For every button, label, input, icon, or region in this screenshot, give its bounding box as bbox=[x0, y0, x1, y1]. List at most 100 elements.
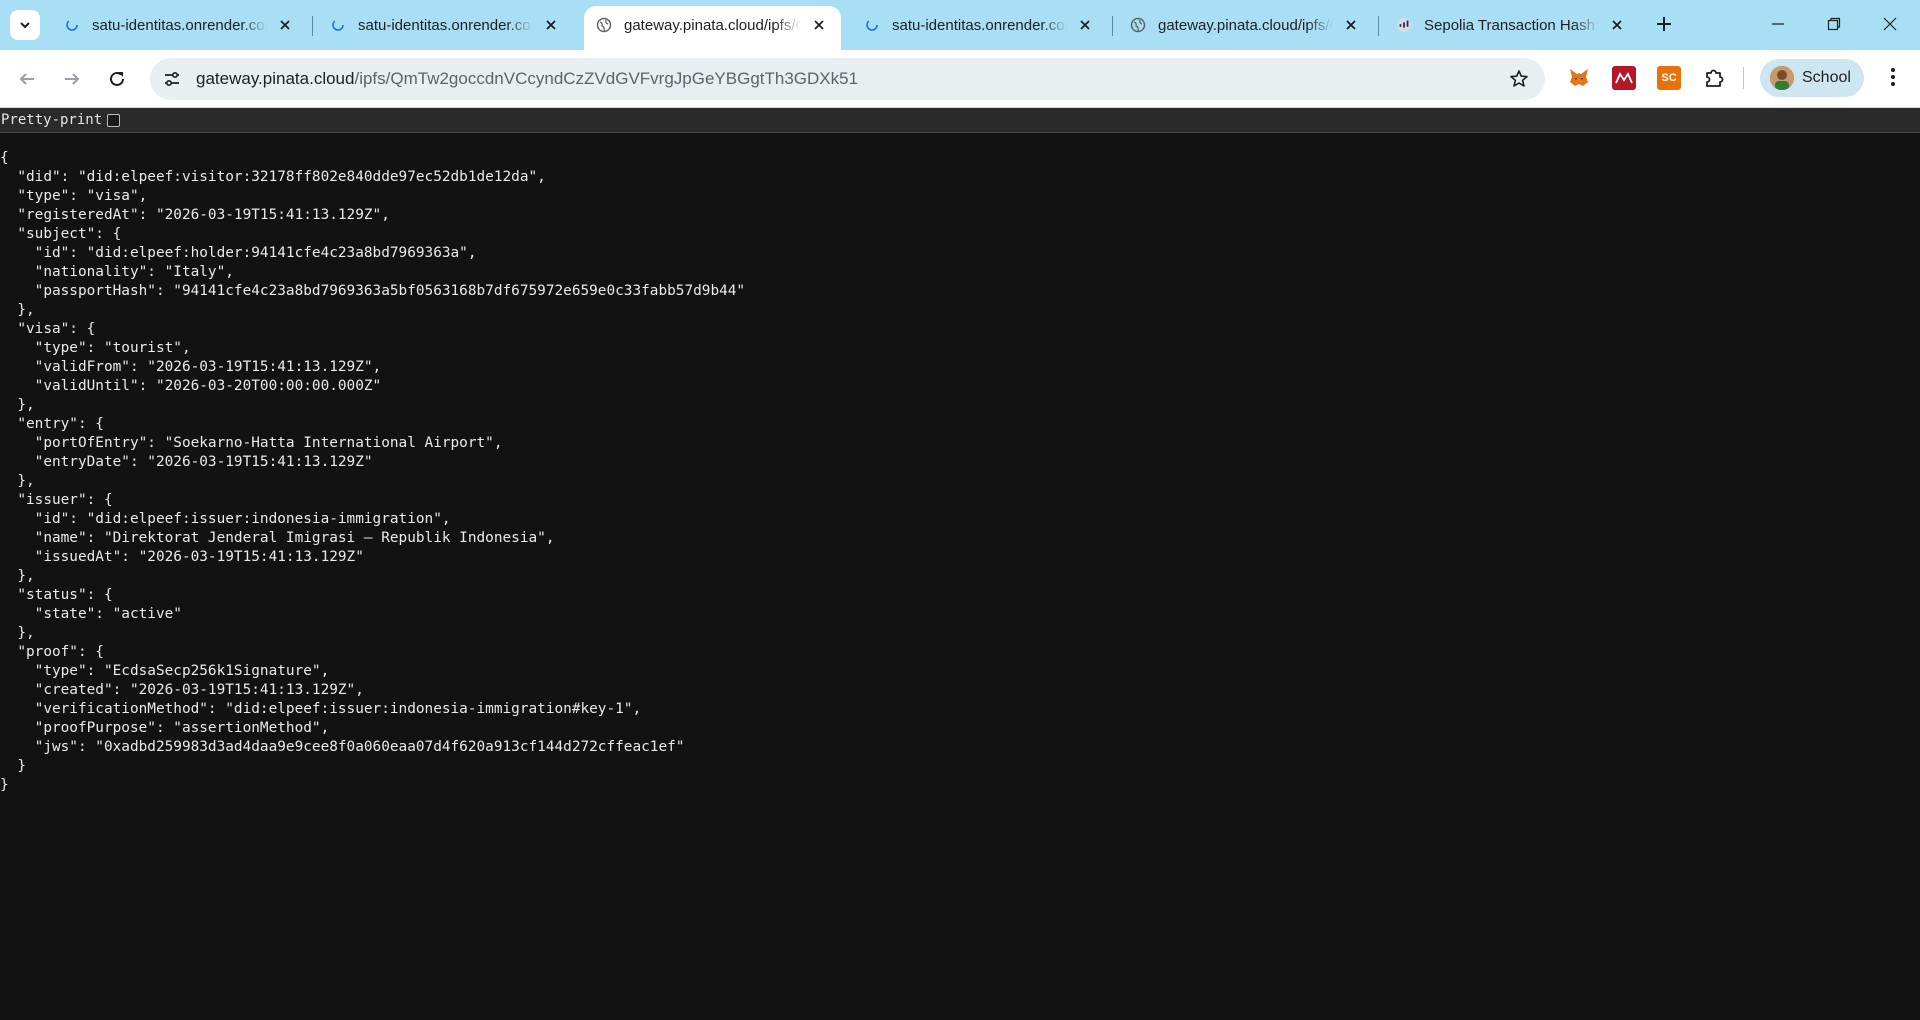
reload-icon bbox=[110, 71, 124, 86]
json-line: "type": "tourist", bbox=[0, 340, 191, 356]
json-line: }, bbox=[0, 625, 35, 641]
close-icon bbox=[1883, 17, 1897, 31]
tab-5[interactable]: gateway.pinata.cloud/ipfs/QmTw2goccdnVCc… bbox=[1118, 8, 1373, 42]
address-bar[interactable]: gateway.pinata.cloud/ipfs/QmTw2goccdnVCc… bbox=[150, 58, 1545, 100]
close-window-button[interactable] bbox=[1862, 0, 1918, 48]
json-line: "state": "active" bbox=[0, 606, 182, 622]
more-vert-icon bbox=[1891, 68, 1895, 86]
minimize-icon bbox=[1772, 23, 1784, 25]
json-line: "nationality": "Italy", bbox=[0, 264, 234, 280]
plus-icon bbox=[1657, 17, 1671, 31]
json-line: } bbox=[0, 758, 26, 774]
pretty-print-label[interactable]: Pretty-print bbox=[1, 112, 102, 128]
json-line: "jws": "0xadbd259983d3ad4daa9e9cee8f0a06… bbox=[0, 739, 685, 755]
json-line: "proofPurpose": "assertionMethod", bbox=[0, 720, 330, 736]
json-line: } bbox=[0, 777, 9, 793]
tab-strip: satu-identitas.onrender.com satu-identit… bbox=[0, 0, 1920, 50]
url-path: /ipfs/QmTw2goccdnVCcyndCzZVdGVFvrgJpGeYB… bbox=[354, 69, 859, 88]
tab-title: satu-identitas.onrender.com bbox=[358, 16, 533, 34]
close-icon[interactable] bbox=[1075, 15, 1095, 35]
globe-icon bbox=[596, 17, 612, 33]
json-line: }, bbox=[0, 302, 35, 318]
tab-title: satu-identitas.onrender.com bbox=[892, 16, 1067, 34]
json-document: { "did": "did:elpeef:visitor:32178ff802e… bbox=[0, 149, 745, 795]
etherscan-icon bbox=[1396, 17, 1412, 33]
restore-icon bbox=[1827, 17, 1841, 31]
arrow-left-icon bbox=[19, 73, 34, 85]
reload-button[interactable] bbox=[101, 63, 133, 95]
pretty-print-bar: Pretty-print bbox=[0, 108, 1920, 133]
json-line: "entryDate": "2026-03-19T15:41:13.129Z" bbox=[0, 454, 373, 470]
json-line: "issuedAt": "2026-03-19T15:41:13.129Z" bbox=[0, 549, 364, 565]
close-icon[interactable] bbox=[1607, 15, 1627, 35]
close-icon[interactable] bbox=[275, 15, 295, 35]
json-line: "id": "did:elpeef:holder:94141cfe4c23a8b… bbox=[0, 245, 477, 261]
tab-3-active[interactable]: gateway.pinata.cloud/ipfs/QmTw2goccdnVCc… bbox=[584, 6, 841, 50]
json-line: "validUntil": "2026-03-20T00:00:00.000Z" bbox=[0, 378, 382, 394]
json-line: "created": "2026-03-19T15:41:13.129Z", bbox=[0, 682, 364, 698]
json-line: }, bbox=[0, 473, 35, 489]
back-button[interactable] bbox=[11, 63, 43, 95]
json-line: "passportHash": "94141cfe4c23a8bd7969363… bbox=[0, 283, 746, 299]
browser-menu-button[interactable] bbox=[1880, 64, 1906, 90]
globe-icon bbox=[1130, 17, 1146, 33]
json-line: "issuer": { bbox=[0, 492, 113, 508]
tab-separator bbox=[1378, 16, 1379, 36]
puzzle-icon[interactable] bbox=[1702, 66, 1726, 90]
metamask-icon[interactable] bbox=[1567, 66, 1591, 90]
json-line: "did": "did:elpeef:visitor:32178ff802e84… bbox=[0, 169, 546, 185]
sc-extension-label: SC bbox=[1661, 72, 1677, 84]
close-icon[interactable] bbox=[541, 15, 561, 35]
avatar bbox=[1770, 66, 1794, 90]
site-info-icon[interactable] bbox=[160, 67, 184, 91]
tab-1[interactable]: satu-identitas.onrender.com bbox=[52, 8, 307, 42]
close-icon[interactable] bbox=[809, 15, 829, 35]
json-line: }, bbox=[0, 568, 35, 584]
pretty-print-checkbox[interactable] bbox=[107, 113, 121, 127]
new-tab-button[interactable] bbox=[1650, 10, 1678, 38]
json-line: "subject": { bbox=[0, 226, 122, 242]
json-line: { bbox=[0, 150, 9, 166]
chevron-down-icon bbox=[20, 22, 30, 29]
loading-icon bbox=[64, 17, 80, 33]
json-line: "entry": { bbox=[0, 416, 104, 432]
url-text[interactable]: gateway.pinata.cloud/ipfs/QmTw2goccdnVCc… bbox=[196, 69, 858, 89]
tab-separator bbox=[312, 16, 313, 36]
json-line: "validFrom": "2026-03-19T15:41:13.129Z", bbox=[0, 359, 382, 375]
red-extension-icon[interactable] bbox=[1612, 66, 1636, 90]
url-host: gateway.pinata.cloud bbox=[196, 69, 355, 88]
json-line: "type": "EcdsaSecp256k1Signature", bbox=[0, 663, 330, 679]
tab-title: gateway.pinata.cloud/ipfs/QmTw2goccdnVCc… bbox=[1158, 16, 1333, 34]
bookmark-star-icon[interactable] bbox=[1507, 67, 1531, 91]
toolbar-separator bbox=[1743, 67, 1744, 89]
sc-extension-icon[interactable]: SC bbox=[1657, 66, 1681, 90]
json-line: "name": "Direktorat Jenderal Imigrasi — … bbox=[0, 530, 555, 546]
tab-separator bbox=[1112, 16, 1113, 36]
close-icon[interactable] bbox=[1341, 15, 1361, 35]
tab-title: Sepolia Transaction Hash: 0x bbox=[1424, 16, 1599, 34]
tab-4[interactable]: satu-identitas.onrender.com bbox=[852, 8, 1107, 42]
json-line: "type": "visa", bbox=[0, 188, 148, 204]
tab-6[interactable]: Sepolia Transaction Hash: 0x bbox=[1384, 8, 1639, 42]
loading-icon bbox=[330, 17, 346, 33]
json-line: "status": { bbox=[0, 587, 113, 603]
json-line: "portOfEntry": "Soekarno-Hatta Internati… bbox=[0, 435, 503, 451]
tab-title: gateway.pinata.cloud/ipfs/QmTw2goccdnVCc… bbox=[624, 16, 801, 34]
loading-icon bbox=[864, 17, 880, 33]
json-line: "verificationMethod": "did:elpeef:issuer… bbox=[0, 701, 642, 717]
profile-button[interactable]: School bbox=[1760, 59, 1864, 97]
page-content: Pretty-print { "did": "did:elpeef:visito… bbox=[0, 108, 1920, 1020]
json-line: "id": "did:elpeef:issuer:indonesia-immig… bbox=[0, 511, 451, 527]
json-line: "visa": { bbox=[0, 321, 96, 337]
tab-search-button[interactable] bbox=[10, 10, 40, 40]
profile-name: School bbox=[1802, 69, 1851, 86]
restore-button[interactable] bbox=[1806, 0, 1862, 48]
json-line: }, bbox=[0, 397, 35, 413]
json-line: "proof": { bbox=[0, 644, 104, 660]
tab-2[interactable]: satu-identitas.onrender.com bbox=[318, 8, 573, 42]
arrow-right-icon bbox=[65, 73, 80, 85]
minimize-button[interactable] bbox=[1750, 0, 1806, 48]
tab-title: satu-identitas.onrender.com bbox=[92, 16, 267, 34]
forward-button[interactable] bbox=[56, 63, 88, 95]
json-line: "registeredAt": "2026-03-19T15:41:13.129… bbox=[0, 207, 390, 223]
